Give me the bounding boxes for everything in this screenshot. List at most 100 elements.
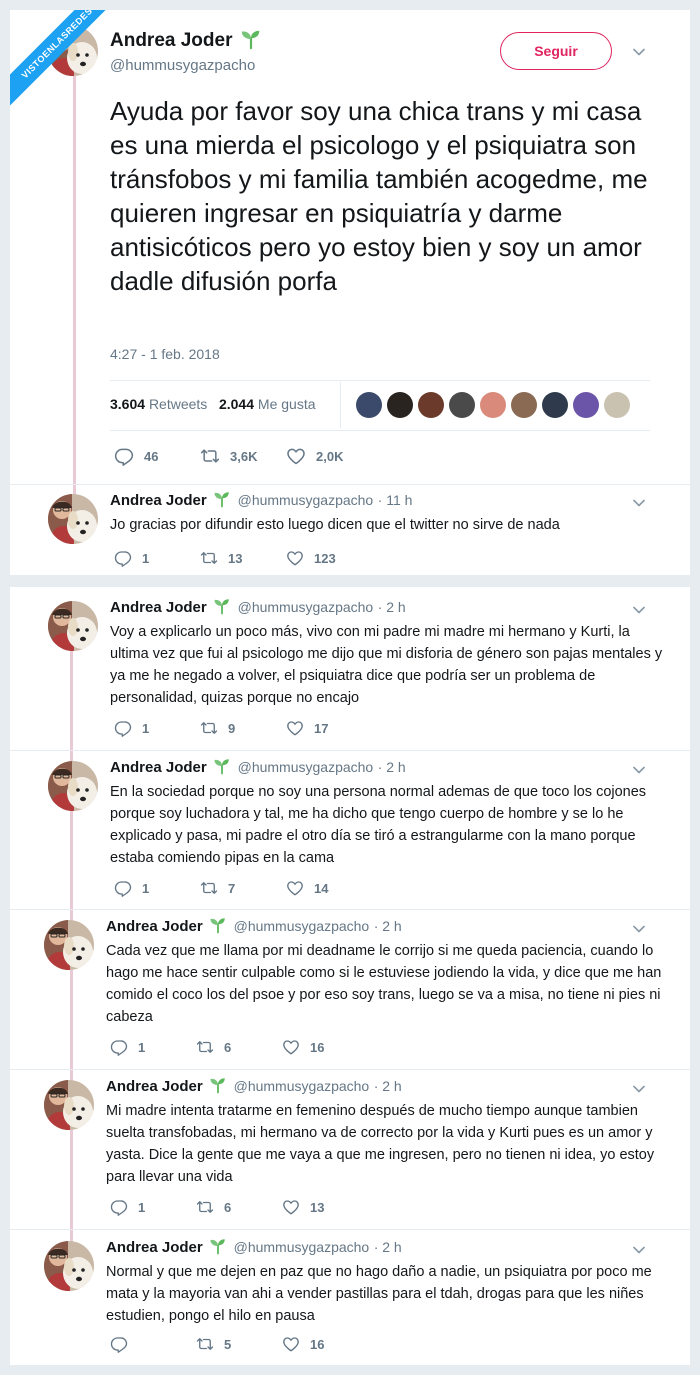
retweet-count[interactable]: 3.604 [110, 396, 145, 412]
author-name[interactable]: Andrea Joder [110, 759, 207, 776]
liker-avatar[interactable] [356, 392, 382, 418]
like-label[interactable]: Me gusta [258, 396, 316, 412]
author-handle[interactable]: @hummusygazpacho [110, 57, 255, 74]
main-tweet-actions: 46 3,6K 2,0K [114, 446, 343, 466]
reply-icon [114, 719, 132, 737]
retweet-count: 13 [228, 550, 243, 566]
liker-avatar[interactable] [511, 392, 537, 418]
retweet-button[interactable]: 13 [200, 549, 286, 567]
liker-avatar[interactable] [542, 392, 568, 418]
retweet-button[interactable]: 9 [200, 719, 286, 737]
chevron-down-icon[interactable] [632, 763, 646, 777]
tweet-actions: 1 7 14 [114, 879, 328, 897]
avatar[interactable] [48, 761, 98, 811]
liker-avatar[interactable] [418, 392, 444, 418]
heart-icon [286, 879, 304, 897]
author-name[interactable]: Andrea Joder [106, 1078, 203, 1095]
follow-button[interactable]: Seguir [500, 32, 612, 70]
author-handle[interactable]: @hummusygazpacho [234, 918, 370, 934]
like-count[interactable]: 2.044 [219, 396, 254, 412]
avatar[interactable] [48, 494, 98, 544]
reply-tweet[interactable]: Andrea Joder @hummusygazpacho · 11 h Jo … [10, 492, 690, 572]
chevron-down-icon[interactable] [632, 922, 646, 936]
retweet-count: 5 [224, 1336, 232, 1352]
reply-button[interactable]: 1 [114, 879, 200, 897]
author-name[interactable]: Andrea Joder [106, 918, 203, 935]
avatar[interactable] [48, 601, 98, 651]
tweet-time[interactable]: · 2 h [378, 759, 406, 775]
like-button[interactable]: 13 [282, 1198, 324, 1216]
like-count-short: 2,0K [316, 448, 344, 464]
reply-button[interactable]: 1 [110, 1038, 196, 1056]
chevron-down-icon[interactable] [632, 1243, 646, 1257]
heart-icon [286, 719, 304, 737]
author-name[interactable]: Andrea Joder [110, 492, 207, 509]
chevron-down-icon[interactable] [632, 45, 646, 59]
reply-tweet[interactable]: Andrea Joder @hummusygazpacho · 2 h Norm… [10, 1239, 690, 1361]
retweet-label[interactable]: Retweets [149, 396, 207, 412]
liker-avatar[interactable] [387, 392, 413, 418]
retweet-button[interactable]: 3,6K [200, 446, 286, 466]
chevron-down-icon[interactable] [632, 1082, 646, 1096]
reply-tweet[interactable]: Andrea Joder @hummusygazpacho · 2 h Mi m… [10, 1078, 690, 1228]
tweet-actions: 1 6 16 [110, 1038, 324, 1056]
sprout-icon [213, 597, 231, 615]
author-name[interactable]: Andrea Joder [110, 30, 232, 51]
like-button[interactable]: 16 [282, 1038, 324, 1056]
avatar-image-icon [48, 494, 98, 544]
retweet-button[interactable]: 5 [196, 1335, 282, 1353]
reply-tweet[interactable]: Andrea Joder @hummusygazpacho · 2 h En l… [10, 759, 690, 909]
retweet-button[interactable]: 6 [196, 1038, 282, 1056]
author-name[interactable]: Andrea Joder [106, 1239, 203, 1256]
reply-button[interactable]: 1 [110, 1198, 196, 1216]
tweet-time[interactable]: · 2 h [374, 918, 402, 934]
tweet-text: En la sociedad porque no soy una persona… [110, 784, 647, 866]
tweet-time[interactable]: · 11 h [378, 492, 413, 508]
tweet-text: Mi madre intenta tratarme en femenino de… [106, 1103, 655, 1185]
tweet-time[interactable]: · 2 h [374, 1078, 402, 1094]
author-handle[interactable]: @hummusygazpacho [238, 492, 374, 508]
retweet-icon [200, 879, 218, 897]
author-handle[interactable]: @hummusygazpacho [238, 759, 374, 775]
main-tweet-text: Ayuda por favor soy una chica trans y mi… [110, 96, 648, 296]
reply-tweet[interactable]: Andrea Joder @hummusygazpacho · 2 h Cada… [10, 918, 690, 1068]
author-handle[interactable]: @hummusygazpacho [234, 1078, 370, 1094]
author-handle[interactable]: @hummusygazpacho [238, 599, 374, 615]
retweet-button[interactable]: 7 [200, 879, 286, 897]
like-button[interactable]: 123 [286, 549, 336, 567]
reply-button[interactable]: 46 [114, 446, 200, 466]
sprout-icon [209, 1237, 227, 1255]
liker-avatar[interactable] [480, 392, 506, 418]
avatar[interactable] [44, 1080, 94, 1130]
like-button[interactable]: 17 [286, 719, 328, 737]
reply-count: 1 [142, 880, 150, 896]
avatar[interactable] [44, 920, 94, 970]
divider [340, 382, 341, 428]
tweet-timestamp[interactable]: 4:27 - 1 feb. 2018 [110, 346, 220, 362]
liker-avatar[interactable] [573, 392, 599, 418]
heart-icon [286, 446, 306, 466]
tweet-time[interactable]: · 2 h [378, 599, 406, 615]
retweet-count: 9 [228, 720, 236, 736]
tweet-text: Voy a explicarlo un poco más, vivo con m… [110, 624, 663, 706]
tweet-time[interactable]: · 2 h [374, 1239, 402, 1255]
retweet-button[interactable]: 6 [196, 1198, 282, 1216]
liker-avatar[interactable] [604, 392, 630, 418]
reply-button[interactable] [110, 1335, 196, 1353]
author-name[interactable]: Andrea Joder [110, 599, 207, 616]
author-handle[interactable]: @hummusygazpacho [234, 1239, 370, 1255]
like-button[interactable]: 16 [282, 1335, 324, 1353]
like-button[interactable]: 2,0K [286, 446, 343, 466]
chevron-down-icon[interactable] [632, 603, 646, 617]
reply-button[interactable]: 1 [114, 549, 200, 567]
avatar-image-icon [44, 1241, 94, 1291]
divider [10, 484, 690, 485]
reply-tweet[interactable]: Andrea Joder @hummusygazpacho · 2 h Voy … [10, 599, 690, 749]
reply-button[interactable]: 1 [114, 719, 200, 737]
chevron-down-icon[interactable] [632, 496, 646, 510]
avatar[interactable] [44, 1241, 94, 1291]
like-button[interactable]: 14 [286, 879, 328, 897]
engagement-stats: 3.604 Retweets 2.044 Me gusta [110, 396, 316, 412]
liker-avatar[interactable] [449, 392, 475, 418]
heart-icon [286, 549, 304, 567]
